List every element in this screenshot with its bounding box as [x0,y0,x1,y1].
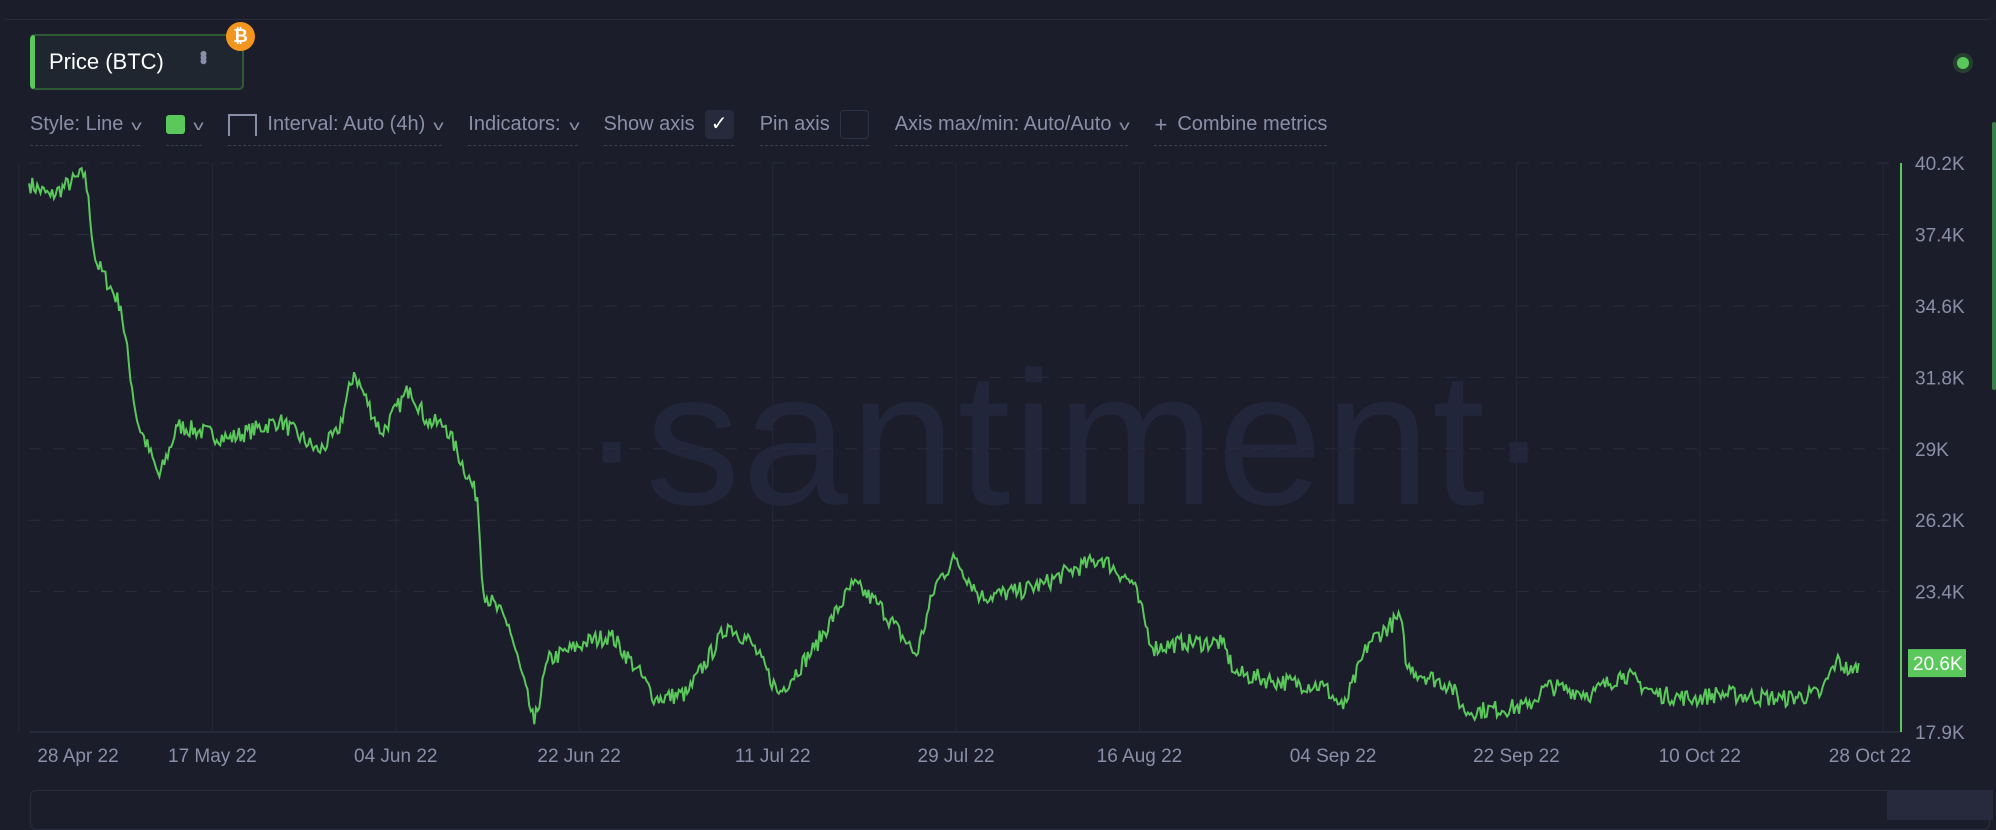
x-tick-label: 10 Oct 22 [1659,746,1741,767]
x-tick-label: 28 Oct 22 [1829,746,1911,767]
y-tick-label: 40.2K [1915,154,1965,175]
y-tick-label: 23.4K [1915,583,1965,604]
y-tick-label: 26.2K [1915,511,1965,532]
x-tick-label: 16 Aug 22 [1097,746,1183,767]
current-value-label: 20.6K [1913,654,1963,675]
y-tick-label: 37.4K [1915,225,1965,246]
y-tick-label: 29K [1915,440,1949,461]
x-tick-label: 04 Sep 22 [1290,746,1377,767]
y-tick-label: 17.9K [1915,723,1965,744]
x-tick-label: 29 Jul 22 [918,746,995,767]
price-line [28,166,1860,725]
x-tick-label: 11 Jul 22 [735,746,811,767]
minimap-selection-handle[interactable] [1887,790,1993,820]
x-tick-label: 22 Sep 22 [1473,746,1560,767]
y-tick-label: 31.8K [1915,368,1965,389]
x-tick-label: 28 Apr 22 [37,746,118,767]
x-tick-label: 17 May 22 [168,746,257,767]
price-chart[interactable]: 40.2K37.4K34.6K31.8K29K26.2K23.4K17.9K28… [0,0,1996,820]
y-tick-label: 34.6K [1915,297,1965,318]
chart-minimap[interactable] [30,790,1990,830]
x-tick-label: 04 Jun 22 [354,746,437,767]
x-tick-label: 22 Jun 22 [537,746,620,767]
